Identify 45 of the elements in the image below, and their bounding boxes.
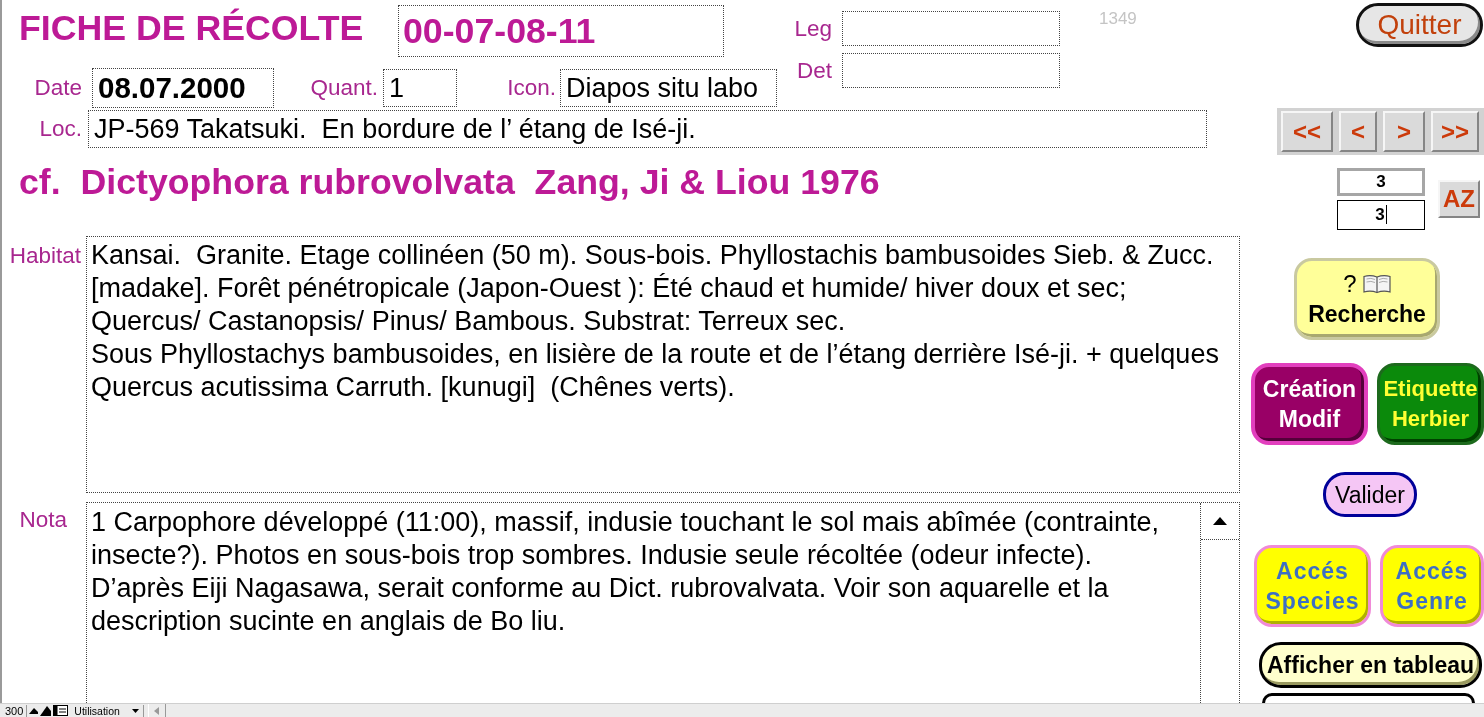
field-label: Nota	[19, 507, 67, 533]
triangle-up-icon	[1213, 517, 1227, 525]
field-label: Habitat	[9, 243, 81, 269]
input-field[interactable]	[842, 53, 1060, 88]
habitat-field[interactable]: Kansai. Granite. Etage collinéen (50 m). Sous-bois. Phyllostachis bambusoides Sieb. & Zucc. [madake]. Forêt pénétropicale (Japon-Ouest ): Été chaud et humide/ hiver doux et sec; Quercus/ Castanopsis/ Pinus/ Bambous. Substrat: Terreux sec. Sous Phyllostachys bambusoides, en lisière de la route et de l’étang derrière Isé-ji. + quelques Quercus acutissima Carruth. [kunugi] (Chênes verts).	[86, 236, 1240, 493]
mode-dropdown[interactable]: Utilisation	[74, 704, 144, 717]
field-label: Loc.	[39, 116, 82, 142]
triangle-left-icon	[154, 706, 160, 715]
nav-button[interactable]: <<	[1281, 111, 1333, 152]
counter-field[interactable]: 3	[1337, 199, 1425, 230]
field-label: Date	[34, 75, 82, 101]
field-label: Leg	[794, 15, 832, 42]
record-id-field[interactable]: 00-07-08-11	[398, 5, 724, 57]
notes-field[interactable]: 1 Carpophore développé (11:00), massif, indusie touchant le sol mais abîmée (contrainte, insecte?). Photos en sous-bois trop sombres. Indusie seule récoltée (odeur infecte). D’après Eiji Nagasawa, serait conforme au Dict. rubrovalvata. Voir son aquarelle et la description sucinte en anglais de Bo liu.	[86, 502, 1240, 703]
access-button[interactable]: Accés Species	[1254, 545, 1371, 627]
taxon-name: cf. Dictyophora rubrovolvata Zang, Ji & Liou 1976	[19, 162, 880, 203]
counter-display: 3	[1337, 167, 1425, 196]
create-edit-button[interactable]: Création Modif	[1251, 363, 1368, 445]
access-button[interactable]: Accés Genre	[1380, 545, 1484, 627]
panel-icon	[53, 705, 69, 716]
label-print-button[interactable]: Etiquette Herbier	[1377, 363, 1484, 445]
caret-icon	[131, 708, 139, 713]
nav-button[interactable]: <	[1339, 111, 1377, 152]
record-count: 1349	[1099, 9, 1137, 29]
nav-button[interactable]: >	[1383, 111, 1425, 152]
field-label: Quant.	[310, 75, 378, 101]
location-field[interactable]: JP-569 Takatsuki. En bordure de l’ étang de Isé-ji.	[88, 110, 1207, 148]
iconography-field[interactable]: Diapos situ labo	[560, 69, 777, 107]
book-icon	[1362, 274, 1391, 294]
form-title: FICHE DE RÉCOLTE	[19, 8, 364, 49]
zoom-level[interactable]: 300	[0, 704, 28, 717]
field-label: Icon.	[507, 75, 556, 101]
sort-button[interactable]: AZ	[1438, 179, 1480, 218]
scroll-left-button[interactable]	[147, 704, 166, 717]
quantity-field[interactable]: 1	[383, 69, 457, 107]
date-field[interactable]: 08.07.2000	[92, 68, 274, 108]
input-field[interactable]	[842, 11, 1060, 46]
validate-button[interactable]: Valider	[1323, 472, 1417, 517]
field-label: Det	[797, 57, 832, 84]
nav-button[interactable]: >>	[1431, 111, 1479, 152]
search-button[interactable]: ? Recherche	[1294, 258, 1440, 340]
small-mountain-icon	[29, 707, 39, 714]
table-view-button[interactable]: Afficher en tableau	[1259, 642, 1482, 688]
cut-off-button[interactable]	[1262, 693, 1475, 703]
quit-button[interactable]: Quitter	[1356, 3, 1483, 47]
